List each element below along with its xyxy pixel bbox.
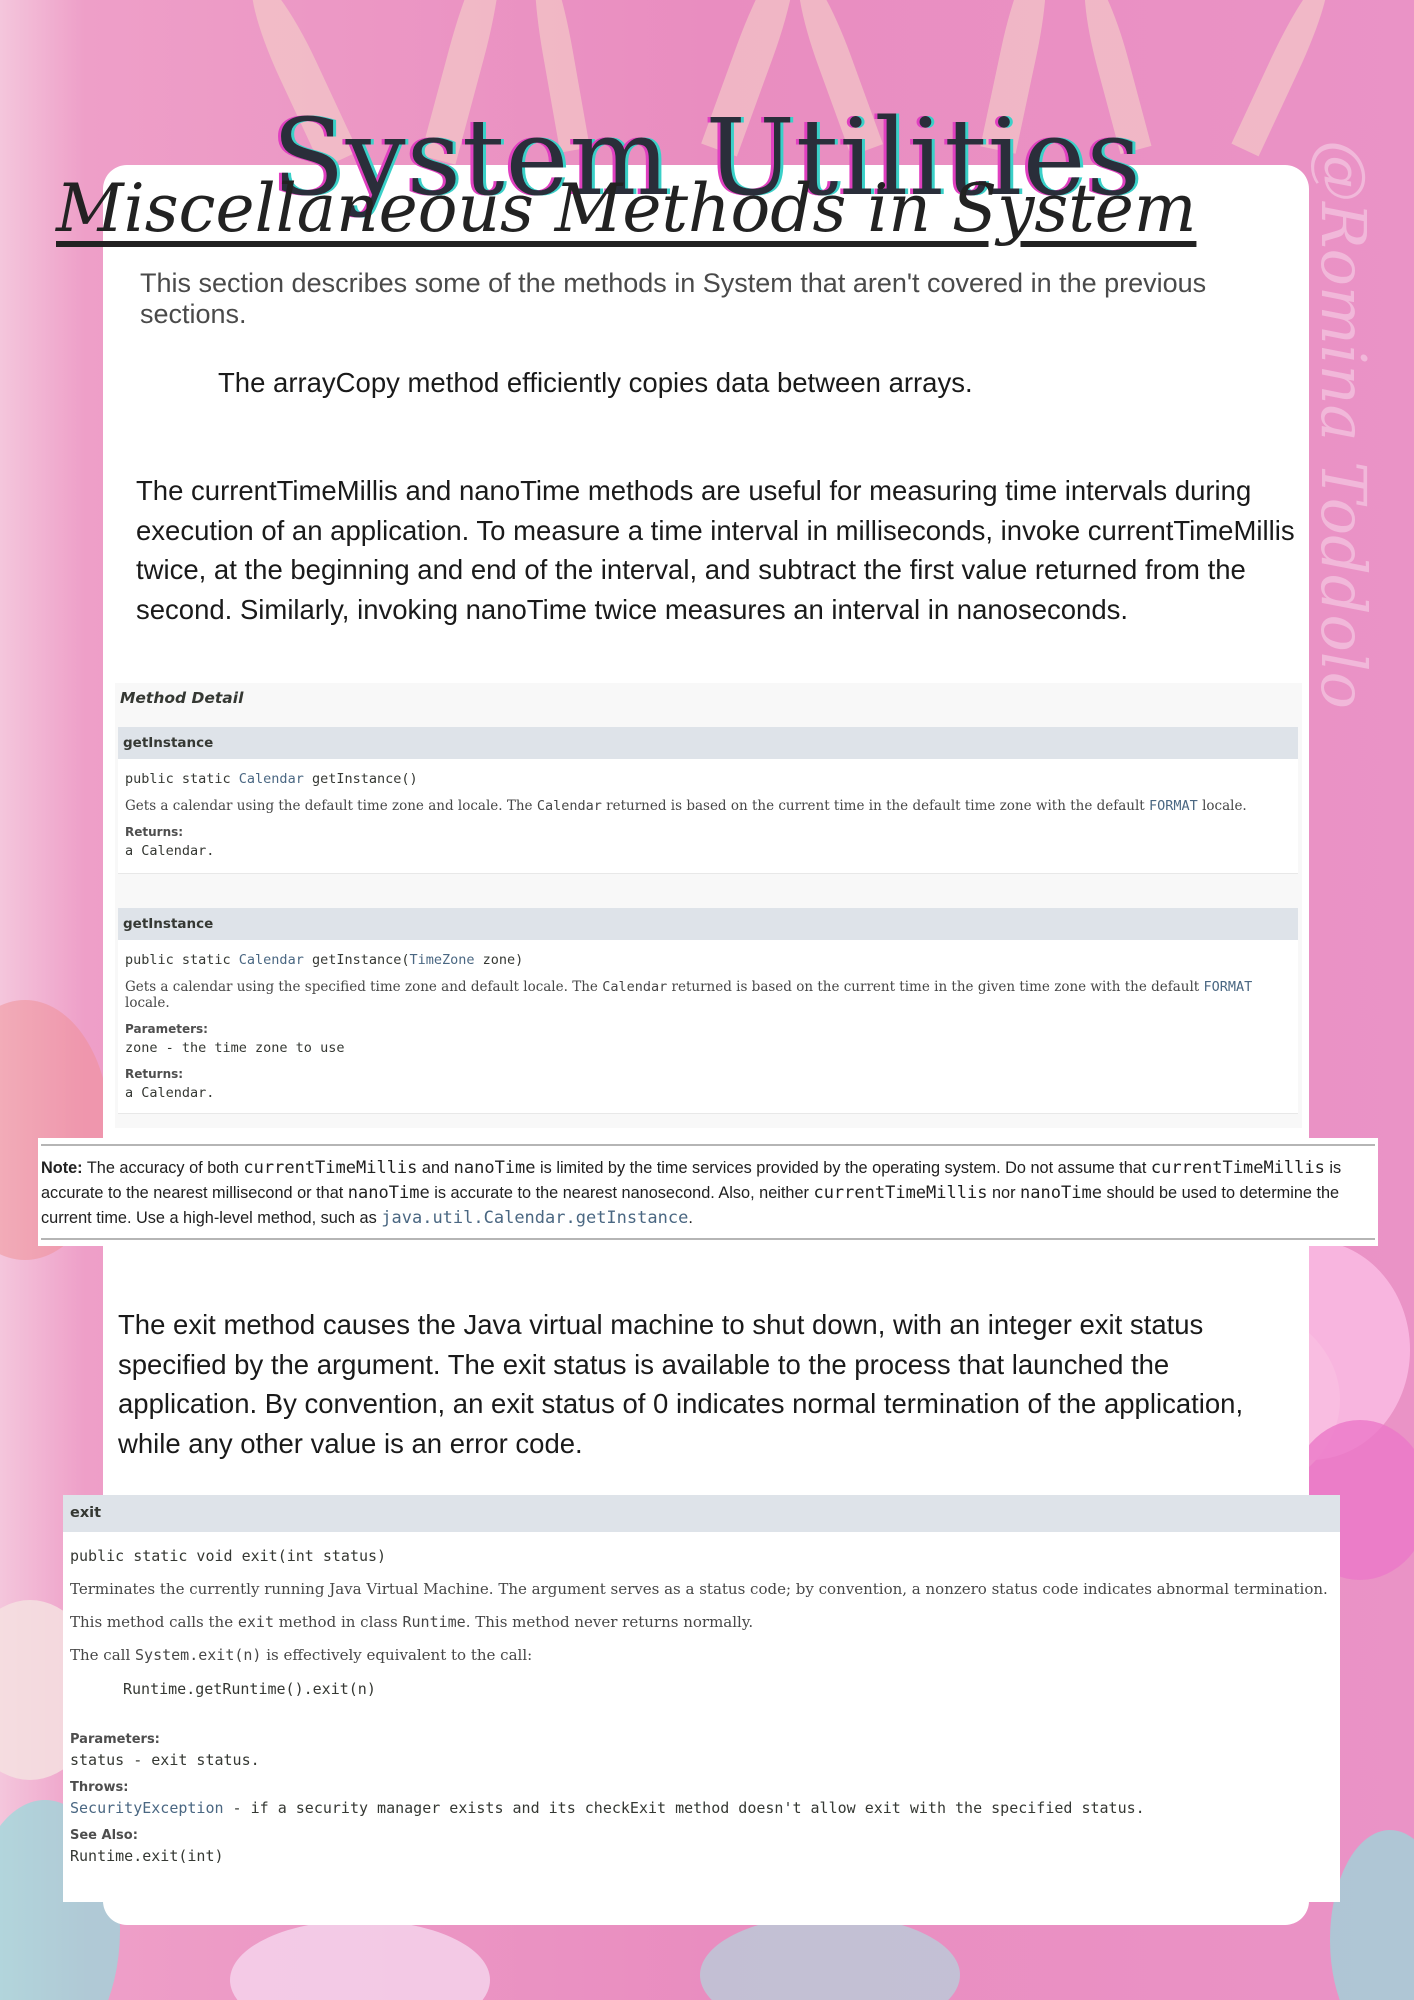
method-description: Terminates the currently running Java Vi… [70,1580,1328,1598]
method-signature: public static Calendar getInstance(TimeZ… [125,952,524,968]
method-getinstance-timezone: getInstance public static Calendar getIn… [118,908,1298,1114]
method-getinstance: getInstance public static Calendar getIn… [118,727,1298,874]
intro-text: This section describes some of the metho… [140,268,1207,329]
method-description-runtime: This method calls the exit method in cla… [70,1613,754,1631]
calendar-type-link[interactable]: Calendar [239,952,304,968]
method-signature: public static Calendar getInstance() [125,771,418,787]
returns-value: a Calendar. [125,843,215,859]
calendar-getinstance-link[interactable]: java.util.Calendar.getInstance [381,1208,688,1228]
format-link[interactable]: FORMAT [1149,798,1198,814]
parameters-label: Parameters: [125,1022,208,1036]
method-signature: public static void exit(int status) [70,1547,387,1565]
returns-value: a Calendar. [125,1085,215,1101]
note-text: Note: The accuracy of both currentTimeMi… [41,1158,1342,1228]
note-top-rule [41,1144,1375,1146]
code-example: Runtime.getRuntime().exit(n) [123,1680,376,1698]
exit-method-screenshot: exit public static void exit(int status)… [63,1495,1340,1902]
throws-value: SecurityException - if a security manage… [70,1799,1145,1817]
exit-paragraph: The exit method causes the Java virtual … [118,1309,1244,1459]
timezone-type-link[interactable]: TimeZone [410,952,475,968]
returns-label: Returns: [125,1067,184,1081]
method-description: Gets a calendar using the default time z… [125,798,1247,814]
timing-paragraph: The currentTimeMillis and nanoTime metho… [136,475,1295,625]
method-name: exit [63,1495,1340,1532]
security-exception-link[interactable]: SecurityException [70,1799,224,1817]
returns-label: Returns: [125,825,184,839]
method-detail-screenshot: Method Detail getInstance public static … [115,683,1302,1128]
parameters-value: zone - the time zone to use [125,1040,345,1056]
arraycopy-paragraph: The arrayCopy method efficiently copies … [218,367,973,398]
method-description-equivalent: The call System.exit(n) is effectively e… [70,1646,533,1664]
throws-label: Throws: [70,1780,129,1795]
see-also-label: See Also: [70,1828,138,1843]
section-heading: Miscellaneous Methods in System [56,170,1197,247]
method-name: getInstance [118,727,1298,759]
note-bottom-rule [41,1238,1375,1240]
method-description: Gets a calendar using the specified time… [125,979,1253,1011]
method-name: getInstance [118,908,1298,940]
calendar-type-link[interactable]: Calendar [239,771,304,787]
runtime-exit-link[interactable]: Runtime.exit(int) [70,1847,1340,1865]
format-link[interactable]: FORMAT [1204,979,1253,995]
parameters-label: Parameters: [70,1732,160,1747]
parameters-value: status - exit status. [70,1751,260,1769]
method-detail-heading: Method Detail [120,689,244,707]
accuracy-note: Note: The accuracy of both currentTimeMi… [38,1138,1378,1246]
